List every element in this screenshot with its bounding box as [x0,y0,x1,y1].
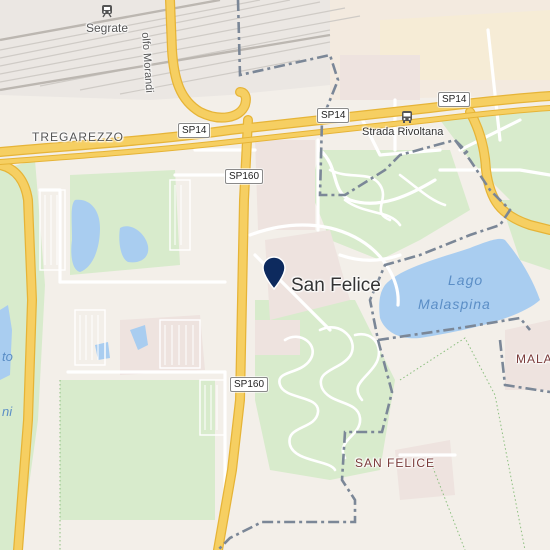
road-shield-sp14-mid: SP14 [317,108,350,123]
place-label-tregarezzo: TREGAREZZO [32,130,125,144]
train-station-icon[interactable] [100,4,114,18]
road-shield-sp160-bottom: SP160 [230,377,269,392]
place-label-strada-rivoltana: Strada Rivoltana [362,126,444,138]
place-label-segrate: Segrate [86,21,129,35]
district-label-mala: MALA [516,352,550,366]
partial-label-left-1: to [2,349,13,364]
district-label-san-felice: SAN FELICE [355,456,436,470]
road-shield-sp14-left: SP14 [178,123,211,138]
bus-station-icon[interactable] [400,110,414,124]
map-view[interactable]: Segrate olfo Morandi TREGAREZZO Strada R… [0,0,550,550]
water-label-lago: Lago [448,272,484,288]
road-shield-sp14-right: SP14 [438,92,471,107]
place-label-san-felice: San Felice [291,275,381,296]
road-shield-sp160-top: SP160 [225,169,264,184]
water-label-malaspina: Malaspina [418,296,491,312]
partial-label-left-2: ni [2,404,13,419]
location-pin-icon[interactable] [262,256,286,290]
